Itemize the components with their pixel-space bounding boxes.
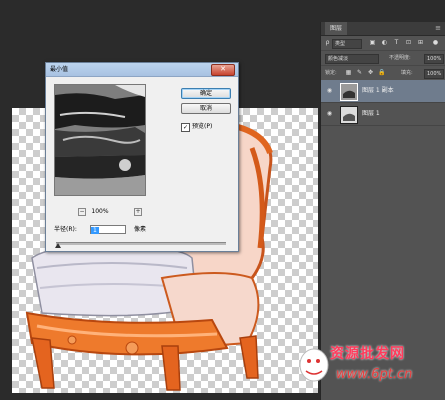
blend-mode-select[interactable]: 颜色减淡 <box>325 54 379 64</box>
layer-thumbnail <box>340 106 358 124</box>
radius-label: 半径(R): <box>54 226 77 233</box>
filter-shape-icon[interactable]: ⊡ <box>405 39 412 46</box>
layer-name: 图层 1 副本 <box>362 87 394 94</box>
layer-row[interactable]: ◉ 图层 1 副本 <box>321 80 445 103</box>
panel-tabbar: 图层 ≡ <box>321 22 445 36</box>
layer-row[interactable]: ◉ 图层 1 <box>321 103 445 126</box>
ok-button[interactable]: 确定 <box>181 88 231 99</box>
filter-pixel-icon[interactable]: ▣ <box>369 39 376 46</box>
fill-input[interactable]: 100% <box>424 69 444 79</box>
zoom-in-button[interactable]: + <box>134 208 142 216</box>
zoom-value: 100% <box>91 208 109 215</box>
watermark-site-text: 资源批发网 <box>330 346 405 362</box>
lock-transparent-icon[interactable]: ▦ <box>345 69 352 76</box>
panel-menu-icon[interactable]: ≡ <box>435 23 441 34</box>
radius-slider-track[interactable] <box>56 242 226 245</box>
filter-preview[interactable] <box>54 84 146 196</box>
filter-row: ρ 类型 ▣ ◐ T ⊡ ⊞ ● <box>321 36 445 51</box>
lock-label: 锁定: <box>325 70 337 76</box>
preview-label: 预览(P) <box>192 123 213 130</box>
radius-input[interactable]: 1 <box>90 225 126 234</box>
zoom-out-button[interactable]: − <box>78 208 86 216</box>
watermark: 资源批发网 www.6pt.cn <box>296 335 442 395</box>
lock-row: 锁定: ▦ ✎ ✥ 🔒 填充: 100% <box>321 66 445 81</box>
close-icon: ✕ <box>220 65 226 73</box>
preview-checkbox[interactable]: ✓ <box>181 123 190 132</box>
zoom-row: 100% − + <box>54 208 146 216</box>
lock-image-icon[interactable]: ✎ <box>356 69 363 76</box>
radius-slider-thumb[interactable] <box>55 243 61 248</box>
filter-kind-select[interactable]: 类型 <box>332 39 362 49</box>
radius-value: 1 <box>91 227 99 234</box>
close-button[interactable]: ✕ <box>211 64 235 76</box>
visibility-eye-icon[interactable]: ◉ <box>326 110 333 117</box>
minimum-filter-dialog: 最小值 ✕ 确定 取消 ✓ 预览(P) 100% − + 半径(R): 1 像素 <box>45 62 239 252</box>
tab-layers[interactable]: 图层 <box>325 22 348 35</box>
visibility-eye-icon[interactable]: ◉ <box>326 87 333 94</box>
layer-thumbnail <box>340 83 358 101</box>
filter-smart-object-icon[interactable]: ⊞ <box>417 39 424 46</box>
dialog-titlebar[interactable]: 最小值 ✕ <box>46 63 238 77</box>
filter-adjustment-icon[interactable]: ◐ <box>381 39 388 46</box>
opacity-label: 不透明度: <box>389 55 411 61</box>
opacity-input[interactable]: 100% <box>424 54 444 64</box>
radius-unit: 像素 <box>134 226 147 233</box>
lock-position-icon[interactable]: ✥ <box>367 69 374 76</box>
dialog-title: 最小值 <box>50 66 69 73</box>
watermark-url-text: www.6pt.cn <box>336 367 413 382</box>
blend-row: 颜色减淡 不透明度: 100% <box>321 51 445 66</box>
filter-type-icon[interactable]: T <box>393 39 400 46</box>
radius-row: 半径(R): 1 像素 <box>54 225 234 235</box>
cancel-button[interactable]: 取消 <box>181 103 231 114</box>
fill-label: 填充: <box>401 70 413 76</box>
lock-all-icon[interactable]: 🔒 <box>378 69 385 76</box>
search-icon: ρ <box>325 39 330 46</box>
filter-toggle-icon[interactable]: ● <box>432 39 439 46</box>
layer-name: 图层 1 <box>362 110 380 117</box>
